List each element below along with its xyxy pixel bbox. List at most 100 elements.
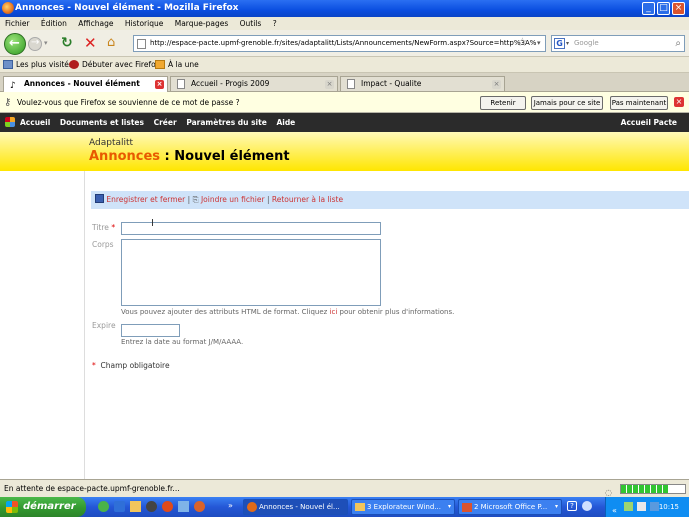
body-help-text: Vous pouvez ajouter des attributs HTML d…: [121, 308, 455, 316]
bookmark-star-icon[interactable]: ☆: [517, 35, 528, 49]
required-star: *: [111, 223, 116, 232]
search-engine-dropdown-icon[interactable]: ▾: [566, 36, 569, 51]
window-title-bar: Annonces - Nouvel élément - Mozilla Fire…: [0, 0, 689, 17]
nav-accueil-pacte[interactable]: Accueil Pacte: [621, 113, 677, 132]
body-textarea[interactable]: [121, 239, 381, 306]
left-navigation-pane: [0, 171, 85, 479]
not-now-button[interactable]: Pas maintenant: [610, 96, 668, 110]
site-name[interactable]: Adaptalitt: [89, 138, 133, 148]
tab-impact-qualite[interactable]: Impact - Qualite ×: [340, 76, 505, 91]
url-dropdown-icon[interactable]: ▾: [537, 39, 541, 47]
nav-accueil[interactable]: Accueil: [20, 118, 50, 127]
save-and-close-link[interactable]: Enregistrer et fermer: [106, 195, 185, 204]
task-explorer[interactable]: 3 Explorateur Wind... ▾: [351, 499, 455, 515]
task-office[interactable]: 2 Microsoft Office P... ▾: [458, 499, 562, 515]
language-bar-icon[interactable]: ?: [567, 501, 577, 511]
search-bar[interactable]: G ▾ Google ⌕: [551, 35, 685, 52]
page-icon: [137, 39, 146, 49]
tray-app-icon[interactable]: [650, 502, 659, 511]
sharepoint-tab-icon: ♪: [10, 81, 16, 91]
page-title-area: Adaptalitt Annonces : Nouvel élément: [0, 132, 689, 171]
bookmark-getting-started[interactable]: Débuter avec Firefox: [82, 57, 160, 73]
status-bar: En attente de espace-pacte.upmf-grenoble…: [0, 479, 689, 497]
progress-bar: [620, 484, 686, 494]
minimize-icon: _: [646, 3, 651, 13]
forward-button[interactable]: →: [28, 37, 42, 51]
maximize-button[interactable]: □: [657, 2, 670, 15]
page-title: Annonces : Nouvel élément: [89, 149, 290, 164]
tray-expand-icon[interactable]: «: [612, 501, 617, 521]
menu-edition[interactable]: Édition: [41, 19, 67, 28]
quicklaunch-firefox-icon[interactable]: [162, 501, 173, 512]
sharepoint-top-nav: Accueil Documents et listes Créer Paramè…: [0, 113, 689, 132]
quicklaunch-firefox2-icon[interactable]: [194, 501, 205, 512]
back-arrow-icon: ←: [9, 36, 20, 51]
back-to-list-link[interactable]: Retourner à la liste: [272, 195, 343, 204]
quicklaunch-desktop-icon[interactable]: [178, 501, 189, 512]
reload-icon[interactable]: ↻: [61, 35, 73, 51]
menu-historique[interactable]: Historique: [125, 19, 163, 28]
nav-aide[interactable]: Aide: [276, 118, 295, 127]
close-button[interactable]: ×: [672, 2, 685, 15]
bookmark-headlines[interactable]: À la une: [168, 57, 199, 73]
remember-button[interactable]: Retenir: [480, 96, 526, 110]
google-icon[interactable]: G: [554, 38, 565, 49]
tab-annonces[interactable]: ♪ Annonces - Nouvel élément ×: [3, 76, 168, 92]
form-toolbar: Enregistrer et fermer | ⎘ Joindre un fic…: [91, 191, 689, 209]
nav-documents-et-listes[interactable]: Documents et listes: [60, 118, 144, 127]
tray-network-icon[interactable]: [624, 502, 633, 511]
quicklaunch-app-icon[interactable]: [98, 501, 109, 512]
expire-label: Expire: [92, 321, 116, 330]
window-title: Annonces - Nouvel élément - Mozilla Fire…: [15, 3, 239, 13]
maximize-icon: □: [659, 3, 668, 13]
back-button[interactable]: ←: [4, 33, 26, 55]
system-tray: « 10:15: [605, 497, 689, 517]
quicklaunch-media-icon[interactable]: [146, 501, 157, 512]
help-center-icon[interactable]: [582, 501, 592, 511]
menu-fichier[interactable]: Fichier: [5, 19, 30, 28]
required-field-note: * Champ obligatoire: [92, 361, 170, 370]
expire-date-input[interactable]: [121, 324, 180, 337]
quicklaunch-explorer-icon[interactable]: [130, 501, 141, 512]
menu-outils[interactable]: Outils: [240, 19, 262, 28]
title-input[interactable]: [121, 222, 381, 235]
menu-affichage[interactable]: Affichage: [78, 19, 113, 28]
tab-label: Impact - Qualite: [361, 79, 422, 88]
tab-accueil-progis[interactable]: Accueil - Progis 2009 ×: [170, 76, 338, 91]
notification-close-icon[interactable]: ×: [674, 97, 684, 107]
attach-file-link[interactable]: Joindre un fichier: [201, 195, 265, 204]
office-task-icon: [462, 503, 472, 512]
start-button[interactable]: démarrer: [0, 497, 86, 517]
nav-parametres-du-site[interactable]: Paramètres du site: [186, 118, 267, 127]
taskbar-overflow-icon[interactable]: »: [228, 501, 233, 510]
rss-feed-icon: [155, 60, 165, 69]
firefox-icon: [2, 2, 14, 14]
nav-creer[interactable]: Créer: [154, 118, 177, 127]
url-bar[interactable]: http://espace-pacte.upmf-grenoble.fr/sit…: [133, 35, 546, 52]
task-label: Annonces - Nouvel él...: [259, 503, 340, 511]
attach-icon: ⎘: [192, 195, 199, 204]
clock: 10:15: [658, 503, 679, 511]
minimize-button[interactable]: _: [642, 2, 655, 15]
never-for-site-button[interactable]: Jamais pour ce site: [531, 96, 603, 110]
task-firefox[interactable]: Annonces - Nouvel él...: [243, 499, 348, 515]
menu-marque-pages[interactable]: Marque-pages: [175, 19, 229, 28]
tab-close-icon[interactable]: ×: [325, 80, 334, 89]
search-placeholder: Google: [574, 39, 599, 47]
progress-fill: [621, 485, 669, 493]
home-icon[interactable]: ⌂: [107, 35, 115, 50]
sharepoint-logo-icon: [5, 117, 15, 127]
tab-close-icon[interactable]: ×: [492, 80, 501, 89]
tab-close-icon[interactable]: ×: [155, 80, 164, 89]
bookmark-most-visited[interactable]: Les plus visités: [16, 57, 73, 73]
menu-aide[interactable]: ?: [273, 19, 277, 28]
history-dropdown-icon[interactable]: ▾: [44, 39, 48, 47]
stop-icon[interactable]: ✕: [84, 34, 97, 52]
page-title-suffix: : Nouvel élément: [160, 149, 290, 164]
text-cursor-icon: I: [151, 218, 154, 229]
quicklaunch-ie-icon[interactable]: [114, 501, 125, 512]
list-name-link[interactable]: Annonces: [89, 149, 160, 164]
search-icon[interactable]: ⌕: [675, 36, 681, 51]
tab-label: Accueil - Progis 2009: [191, 79, 270, 88]
tray-volume-icon[interactable]: [637, 502, 646, 511]
